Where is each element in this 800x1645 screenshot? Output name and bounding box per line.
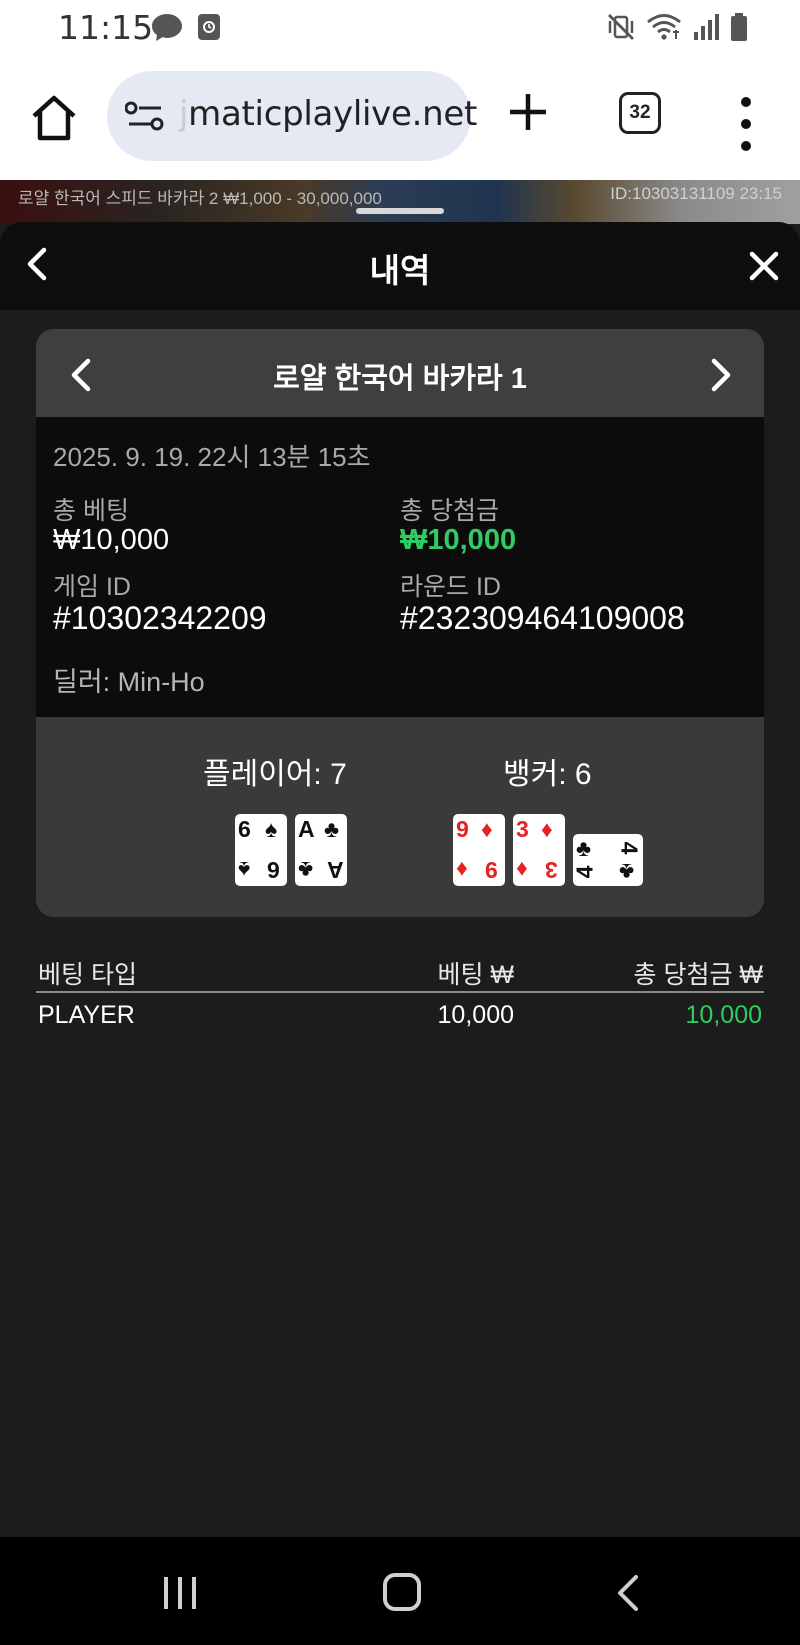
card-rank: 3 [545, 857, 558, 883]
banker-card: 3 ♦ ♦ 3 [513, 814, 565, 886]
address-bar[interactable]: jmaticplaylive.net [107, 71, 477, 161]
card-rank: 4 [616, 841, 643, 855]
more-options-icon[interactable] [736, 90, 756, 158]
system-navigation-bar [0, 1537, 800, 1645]
round-card-header: 로얄 한국어 바카라 1 [36, 329, 764, 417]
total-win-value: ₩10,000 [400, 524, 517, 556]
player-score: 플레이어: 7 [203, 758, 347, 791]
card-rank: 4 [571, 865, 598, 879]
url-domain: maticplaylive.net [188, 94, 478, 134]
total-bet-label: 총 베팅 [53, 497, 129, 525]
tab-switcher-button[interactable]: 32 [619, 92, 661, 134]
card-suit: ♣ [324, 816, 340, 842]
dealer-name: 딜러: Min-Ho [53, 667, 205, 697]
total-win-label: 총 당첨금 [400, 497, 499, 525]
status-left-icons [150, 12, 222, 42]
banker-card: 9 ♦ ♦ 9 [453, 814, 505, 886]
column-header-bet: 베팅 ₩ [437, 961, 514, 989]
game-background-strip: 로얄 한국어 스피드 바카라 2 ₩1,000 - 30,000,000 ID:… [0, 180, 800, 224]
card-suit: ♠ [238, 857, 251, 883]
banker-card-third: ♣ 4 4 ♣ [571, 834, 643, 886]
round-id-value: #232309464109008 [400, 600, 685, 636]
card-rank: 9 [485, 857, 498, 883]
card-rank: 6 [238, 816, 251, 842]
card-suit: ♦ [516, 857, 528, 883]
card-suit: ♦ [456, 857, 468, 883]
vibrate-mute-icon [608, 14, 634, 40]
bet-row-type: PLAYER [38, 1001, 135, 1029]
sheet-drag-handle[interactable] [356, 208, 444, 214]
player-card: A ♣ ♣ A [295, 814, 347, 886]
status-bar: 11:15 [0, 0, 800, 56]
url-text[interactable]: jmaticplaylive.net [179, 94, 477, 134]
player-card: 6 ♠ ♠ 6 [235, 814, 287, 886]
card-rank: 3 [516, 816, 529, 842]
browser-toolbar: jmaticplaylive.net 32 [0, 56, 800, 180]
recent-apps-icon[interactable] [160, 1573, 200, 1613]
round-datetime: 2025. 9. 19. 22시 13분 15초 [53, 442, 371, 472]
game-id-value: #10302342209 [53, 600, 267, 636]
wifi-icon [647, 14, 681, 40]
status-time: 11:15 [58, 8, 154, 47]
site-settings-icon[interactable] [125, 99, 165, 133]
round-id-label: 라운드 ID [400, 573, 501, 601]
game-id-label: 게임 ID [53, 573, 131, 601]
card-suit: ♦ [481, 816, 493, 842]
card-suit: ♣ [576, 835, 592, 861]
url-hidden-prefix: j [179, 94, 189, 134]
home-icon[interactable] [26, 90, 82, 146]
panel-header: 내역 [0, 222, 800, 310]
status-right-icons [606, 12, 748, 42]
battery-icon [731, 13, 747, 41]
table-divider [36, 991, 764, 993]
next-round-icon[interactable] [708, 357, 734, 393]
messenger-icon [152, 14, 182, 41]
card-rank: A [298, 816, 315, 842]
bet-row-amount: 10,000 [437, 1001, 514, 1029]
screen-recorder-icon [198, 14, 220, 40]
bet-row-win: 10,000 [685, 1001, 762, 1029]
column-header-bet-type: 베팅 타입 [38, 961, 137, 989]
new-tab-icon[interactable] [506, 90, 550, 134]
round-hands: 플레이어: 7 뱅커: 6 6 ♠ ♠ 6 A ♣ ♣ A 9 ♦ ♦ 9 3 … [36, 717, 764, 917]
table-info: 로얄 한국어 스피드 바카라 2 ₩1,000 - 30,000,000 [18, 189, 382, 208]
signal-icon [694, 14, 719, 40]
banker-score: 뱅커: 6 [503, 758, 592, 791]
column-header-win: 총 당첨금 ₩ [633, 961, 764, 989]
back-nav-icon[interactable] [612, 1573, 642, 1613]
card-suit: ♠ [265, 816, 278, 842]
card-rank: 6 [267, 857, 280, 883]
panel-title: 내역 [369, 252, 431, 289]
game-name: 로얄 한국어 바카라 1 [273, 363, 527, 395]
history-panel: 내역 로얄 한국어 바카라 1 2025. 9. 19. 22시 13분 15초… [0, 222, 800, 1537]
table-round-ref: ID:10303131109 23:15 [610, 184, 782, 203]
card-suit: ♣ [298, 857, 314, 883]
round-info: 2025. 9. 19. 22시 13분 15초 총 베팅 ₩10,000 총 … [36, 417, 764, 717]
card-suit: ♦ [541, 816, 553, 842]
card-rank: A [327, 857, 344, 883]
round-detail-card: 로얄 한국어 바카라 1 2025. 9. 19. 22시 13분 15초 총 … [36, 329, 764, 917]
card-suit: ♣ [619, 859, 635, 885]
total-bet-value: ₩10,000 [53, 524, 170, 556]
card-rank: 9 [456, 816, 469, 842]
home-nav-icon[interactable] [382, 1572, 422, 1612]
close-icon[interactable] [748, 250, 780, 282]
